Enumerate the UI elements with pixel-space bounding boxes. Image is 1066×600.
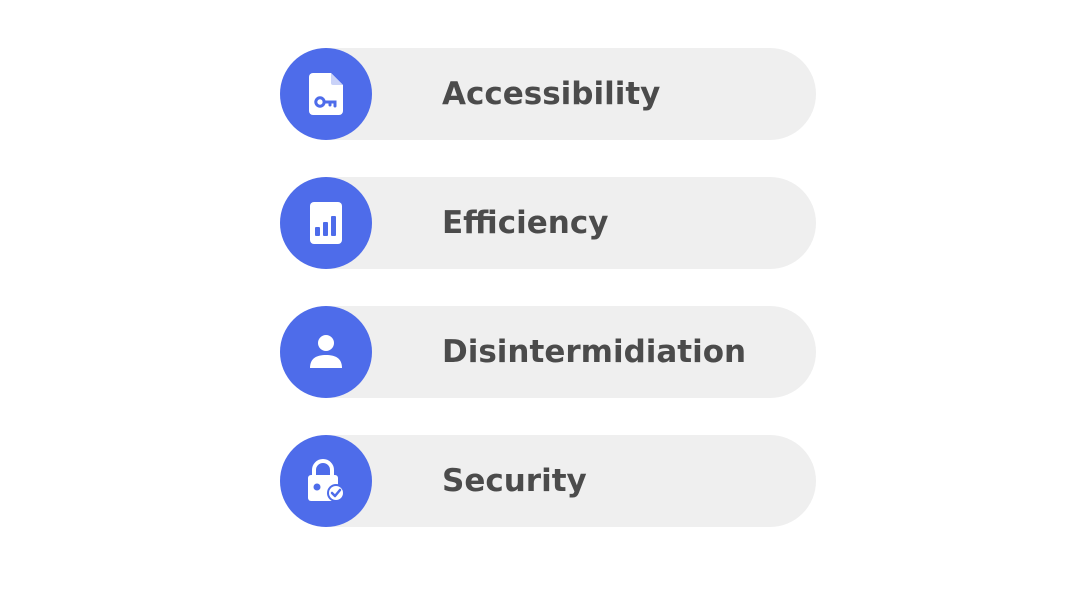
icon-badge (280, 435, 372, 527)
person-icon (310, 335, 342, 368)
feature-label: Efficiency (442, 205, 609, 241)
lock-check-icon (308, 459, 345, 502)
feature-item-accessibility: Accessibility (280, 48, 816, 140)
feature-label: Disintermidiation (442, 334, 747, 370)
icon-badge (280, 306, 372, 398)
feature-label: Security (442, 463, 587, 499)
feature-item-efficiency: Efficiency (280, 177, 816, 269)
icon-badge (280, 177, 372, 269)
feature-label: Accessibility (442, 76, 661, 112)
file-key-icon (309, 73, 343, 115)
feature-list: Accessibility Efficiency Disintermidiati… (280, 48, 816, 527)
icon-badge (280, 48, 372, 140)
feature-item-security: Security (280, 435, 816, 527)
bar-chart-document-icon (310, 202, 342, 244)
feature-item-disintermidiation: Disintermidiation (280, 306, 816, 398)
